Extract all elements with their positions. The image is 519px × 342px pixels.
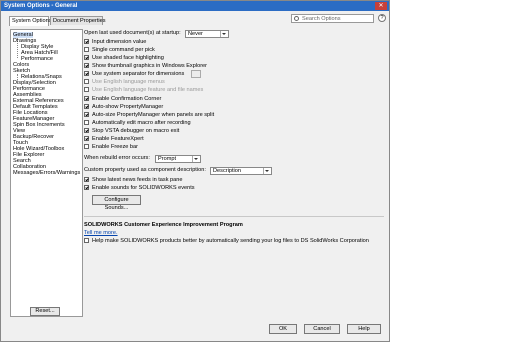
checkbox[interactable] — [84, 238, 89, 244]
checkbox[interactable] — [84, 120, 89, 126]
checkbox-row[interactable]: Enable FeatureXpert — [84, 136, 144, 143]
checkbox-row[interactable]: Use shaded face highlighting — [84, 55, 164, 62]
checkbox-label: Enable Freeze bar — [92, 144, 139, 150]
checkbox-row[interactable]: Show thumbnail graphics in Windows Explo… — [84, 63, 207, 70]
help-icon[interactable]: ? — [378, 14, 386, 22]
checkbox-row[interactable]: Auto-show PropertyManager — [84, 104, 163, 111]
checkbox[interactable] — [84, 55, 89, 61]
cancel-button[interactable]: Cancel — [304, 324, 340, 334]
custom-property-dropdown[interactable]: Description — [210, 167, 272, 175]
custom-property-label: Custom property used as component descri… — [84, 167, 206, 173]
configure-sounds-button[interactable]: Configure Sounds... — [92, 195, 141, 211]
checkbox — [84, 87, 89, 93]
checkbox-row[interactable]: Automatically edit macro after recording — [84, 120, 191, 127]
checkbox-label: Help make SOLIDWORKS products better by … — [92, 238, 369, 244]
checkbox-label: Show thumbnail graphics in Windows Explo… — [92, 63, 208, 69]
reset-button[interactable]: Reset... — [30, 307, 60, 316]
open-last-label: Open last used document(s) at startup: — [84, 30, 181, 36]
checkbox-label: Auto-show PropertyManager — [92, 104, 164, 110]
checkbox[interactable] — [84, 104, 89, 110]
checkbox[interactable] — [84, 177, 89, 183]
general-options-panel: Open last used document(s) at startup: N… — [84, 26, 389, 318]
open-last-value: Never — [188, 31, 203, 37]
close-icon[interactable]: ✕ — [375, 2, 387, 10]
checkbox-label: Use system separator for dimensions — [92, 71, 185, 77]
chevron-down-icon — [263, 168, 271, 174]
checkbox-row[interactable]: Auto-size PropertyManager when panels ar… — [84, 112, 214, 119]
checkbox[interactable] — [84, 96, 89, 102]
checkbox[interactable] — [84, 112, 89, 118]
checkbox[interactable] — [84, 71, 89, 77]
checkbox — [84, 79, 89, 85]
system-options-dialog: System Options - General ✕ System Option… — [0, 0, 390, 342]
checkbox[interactable] — [84, 63, 89, 69]
checkbox-label: Enable sounds for SOLIDWORKS events — [92, 185, 195, 191]
ok-button[interactable]: OK — [269, 324, 297, 334]
chevron-down-icon — [192, 156, 200, 162]
checkbox[interactable] — [84, 144, 89, 150]
checkbox-label: Use English language feature and file na… — [92, 87, 204, 93]
checkbox-row[interactable]: Enable sounds for SOLIDWORKS events — [84, 185, 195, 192]
separator — [84, 216, 384, 217]
checkbox[interactable] — [84, 39, 89, 45]
checkbox[interactable] — [84, 136, 89, 142]
checkbox-label: Single command per pick — [92, 47, 155, 53]
tab-system-options[interactable]: System Options — [9, 16, 51, 26]
checkbox-row[interactable]: Input dimension value — [84, 39, 146, 46]
checkbox-label: Auto-size PropertyManager when panels ar… — [92, 112, 215, 118]
rebuild-error-value: Prompt — [158, 156, 177, 162]
checkbox-label: Show latest news feeds in task pane — [92, 177, 183, 183]
checkbox-label: Use shaded face highlighting — [92, 55, 164, 61]
checkbox-row[interactable]: Show latest news feeds in task pane — [84, 177, 183, 184]
checkbox-label: Enable Confirmation Corner — [92, 96, 162, 102]
help-button[interactable]: Help — [347, 324, 381, 334]
checkbox-row: Use English language menus — [84, 79, 165, 86]
separator-field[interactable] — [191, 70, 201, 78]
window-title: System Options - General — [4, 3, 78, 9]
checkbox-row[interactable]: Help make SOLIDWORKS products better by … — [84, 238, 369, 245]
rebuild-error-label: When rebuild error occurs: — [84, 155, 150, 161]
chevron-down-icon — [220, 31, 228, 37]
checkbox-row[interactable]: Enable Freeze bar — [84, 144, 138, 151]
options-tree: General Drawings Display Style Area Hatc… — [10, 29, 83, 317]
checkbox-label: Use English language menus — [92, 79, 165, 85]
checkbox-label: Stop VSTA debugger on macro exit — [92, 128, 180, 134]
checkbox[interactable] — [84, 185, 89, 191]
rebuild-error-dropdown[interactable]: Prompt — [155, 155, 201, 163]
search-icon — [294, 16, 299, 21]
checkbox[interactable] — [84, 47, 89, 53]
checkbox-row: Use English language feature and file na… — [84, 87, 203, 94]
title-bar: System Options - General ✕ — [1, 1, 389, 11]
search-placeholder: Search Options — [302, 16, 341, 22]
search-input[interactable]: Search Options — [291, 14, 374, 23]
checkbox-label: Enable FeatureXpert — [92, 136, 144, 142]
tree-item-messages[interactable]: Messages/Errors/Warnings — [13, 170, 80, 176]
checkbox-row[interactable]: Enable Confirmation Corner — [84, 96, 161, 103]
tell-me-more-link[interactable]: Tell me more. — [84, 230, 118, 237]
tab-document-properties[interactable]: Document Properties — [50, 16, 106, 25]
custom-property-value: Description — [213, 168, 241, 174]
open-last-dropdown[interactable]: Never — [185, 30, 229, 38]
checkbox[interactable] — [84, 128, 89, 134]
checkbox-row[interactable]: Use system separator for dimensions — [84, 71, 184, 78]
checkbox-label: Automatically edit macro after recording — [92, 120, 191, 126]
checkbox-row[interactable]: Single command per pick — [84, 47, 155, 54]
checkbox-row[interactable]: Stop VSTA debugger on macro exit — [84, 128, 179, 135]
checkbox-label: Input dimension value — [92, 39, 147, 45]
ceip-title: SOLIDWORKS Customer Experience Improveme… — [84, 222, 243, 228]
